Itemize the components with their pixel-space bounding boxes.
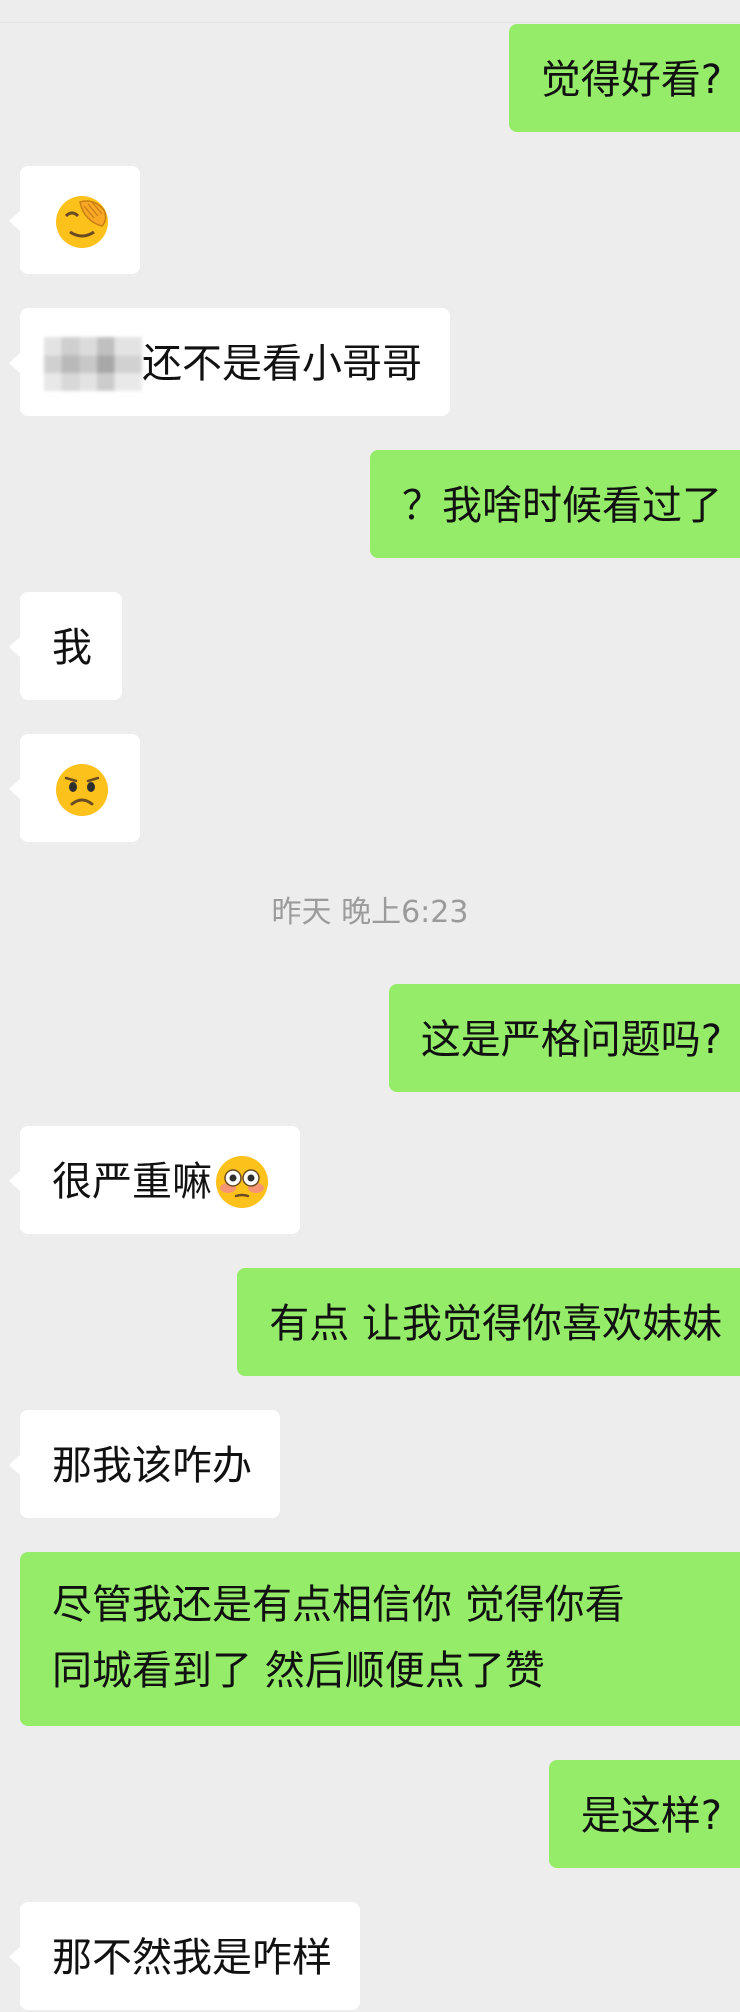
message-bubble-incoming[interactable] bbox=[9, 734, 140, 842]
message-bubble-incoming[interactable] bbox=[9, 166, 140, 274]
message-bubble-incoming[interactable]: 很严重嘛 bbox=[9, 1126, 300, 1234]
message-text-line: 尽管我还是有点相信你 觉得你看 bbox=[52, 1582, 625, 1628]
message-bubble-outgoing[interactable]: 觉得好看? bbox=[508, 24, 740, 132]
message-text: 那不然我是咋样 bbox=[52, 1935, 332, 1981]
flushed-face-emoji bbox=[214, 1154, 270, 1210]
message-text: 有点 让我觉得你喜欢妹妹 bbox=[269, 1301, 722, 1347]
message-text: 是这样? bbox=[580, 1793, 722, 1839]
message-text: 这是严格问题吗? bbox=[420, 1017, 722, 1063]
message-text: ？我啥时候看过了 bbox=[402, 483, 722, 529]
message-bubble-incoming[interactable]: 那不然我是咋样 bbox=[9, 1902, 360, 2010]
chat-timestamp: 昨天 晚上6:23 bbox=[271, 895, 469, 930]
message-text: 觉得好看? bbox=[540, 57, 722, 103]
message-bubble-outgoing[interactable]: 这是严格问题吗? bbox=[388, 984, 740, 1092]
message-text: 那我该咋办 bbox=[52, 1443, 252, 1489]
message-text-line: 同城看到了 然后顺便点了赞 bbox=[52, 1648, 545, 1694]
top-divider bbox=[0, 22, 740, 23]
message-text: 很严重嘛 bbox=[52, 1159, 212, 1205]
message-bubble-incoming[interactable]: 我 bbox=[9, 592, 122, 700]
blurred-sticker-image bbox=[44, 337, 142, 391]
message-bubble-outgoing[interactable]: 有点 让我觉得你喜欢妹妹 bbox=[237, 1268, 740, 1376]
message-bubble-incoming[interactable]: 还不是看小哥哥 bbox=[9, 308, 450, 416]
face-palm-emoji bbox=[54, 194, 110, 250]
frowning-face-emoji bbox=[54, 762, 110, 818]
message-text: 还不是看小哥哥 bbox=[142, 341, 422, 387]
message-text: 我 bbox=[52, 625, 92, 671]
message-bubble-incoming[interactable]: 那我该咋办 bbox=[9, 1410, 280, 1518]
message-bubble-outgoing[interactable]: 是这样? bbox=[548, 1760, 740, 1868]
message-bubble-outgoing[interactable]: ？我啥时候看过了 bbox=[370, 450, 740, 558]
message-bubble-outgoing-multiline[interactable]: 尽管我还是有点相信你 觉得你看 同城看到了 然后顺便点了赞 bbox=[20, 1552, 740, 1726]
